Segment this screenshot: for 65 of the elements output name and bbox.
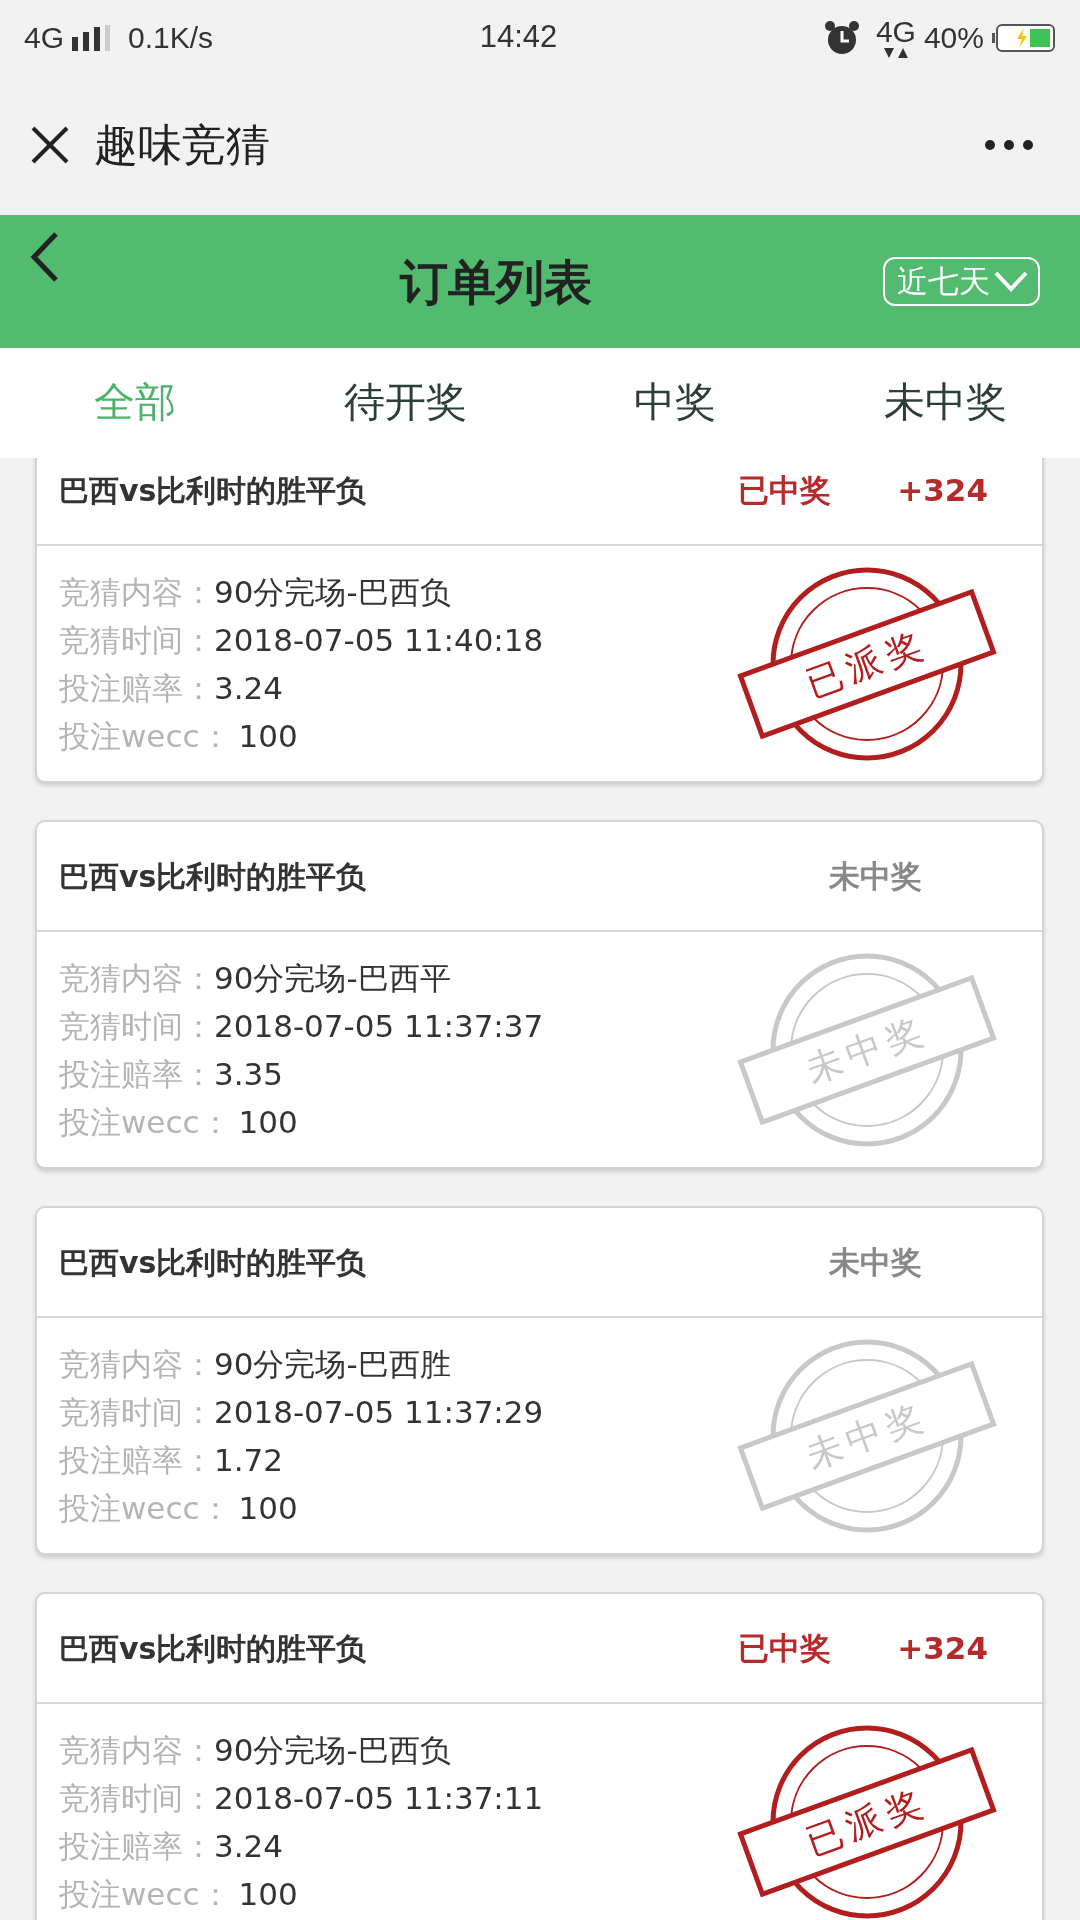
stamp-text: 已派奖 [800,622,934,705]
page-title: 趣味竞猜 [94,118,270,172]
field-label: 投注赔率： [59,1056,214,1092]
order-title: 巴西vs比利时的胜平负 [59,857,367,896]
field-label: 竞猜内容： [59,574,214,610]
network-label: 4G [875,16,916,47]
field-label: 竞猜内容： [59,1346,214,1382]
field-value: 3.35 [214,1056,284,1092]
field-label: 竞猜内容： [59,960,214,996]
field-label: 投注wecc： [59,718,231,754]
field-value: 90分完场-巴西胜 [214,1346,451,1382]
clock-time: 14:42 [479,18,558,57]
battery-charging-icon [992,22,1056,53]
field-label: 竞猜时间： [59,1008,214,1044]
field-value: 2018-07-05 11:37:29 [214,1394,544,1430]
field-label: 投注wecc： [59,1876,231,1912]
field-value: 100 [238,1876,298,1912]
field-label: 竞猜时间： [59,622,214,658]
order-status: 已中奖 [738,1628,832,1668]
stamp-text: 已派奖 [800,1780,934,1863]
field-value: 2018-07-05 11:40:18 [214,622,544,658]
field-label: 投注wecc： [59,1490,231,1526]
more-icon [984,139,1034,151]
signal-icon [72,24,113,51]
field-value: 90分完场-巴西平 [214,960,451,996]
field-value: 2018-07-05 11:37:11 [214,1780,544,1816]
payout-amount: +324 [897,1628,988,1668]
field-value: 2018-07-05 11:37:37 [214,1008,544,1044]
field-value: 3.24 [214,670,284,706]
field-value: 1.72 [214,1442,284,1478]
tab[interactable]: 中奖 [540,372,810,434]
battery-percent: 40% [923,20,984,56]
tab[interactable]: 待开奖 [270,372,540,434]
order-title: 巴西vs比利时的胜平负 [59,1629,367,1668]
field-label: 投注赔率： [59,1442,214,1478]
order-title: 巴西vs比利时的胜平负 [59,471,367,510]
data-arrows-icon [882,46,909,59]
field-label: 竞猜内容： [59,1732,214,1768]
field-value: 100 [238,1104,298,1140]
payout-amount: +324 [897,470,988,510]
field-label: 投注赔率： [59,1828,214,1864]
chevron-down-icon [994,270,1028,293]
field-value: 90分完场-巴西负 [214,574,451,610]
tab[interactable]: 未中奖 [810,372,1080,434]
close-icon [30,125,70,165]
field-label: 竞猜时间： [59,1780,214,1816]
field-label: 投注wecc： [59,1104,231,1140]
field-value: 3.24 [214,1828,284,1864]
field-label: 投注赔率： [59,670,214,706]
more-button[interactable] [984,139,1034,151]
field-value: 100 [238,718,298,754]
close-button[interactable] [30,125,70,165]
network-speed: 0.1K/s [128,20,214,56]
alarm-clock-icon [823,19,860,56]
header-title: 订单列表 [399,252,592,312]
field-value: 90分完场-巴西负 [214,1732,451,1768]
order-status: 未中奖 [829,1242,922,1282]
order-status: 已中奖 [738,470,832,510]
order-status: 未中奖 [829,856,922,896]
back-button[interactable] [30,231,60,283]
network-label: 4G [24,20,65,56]
field-value: 100 [238,1490,298,1526]
field-label: 竞猜时间： [59,1394,214,1430]
back-icon [30,231,60,283]
order-title: 巴西vs比利时的胜平负 [59,1243,367,1282]
